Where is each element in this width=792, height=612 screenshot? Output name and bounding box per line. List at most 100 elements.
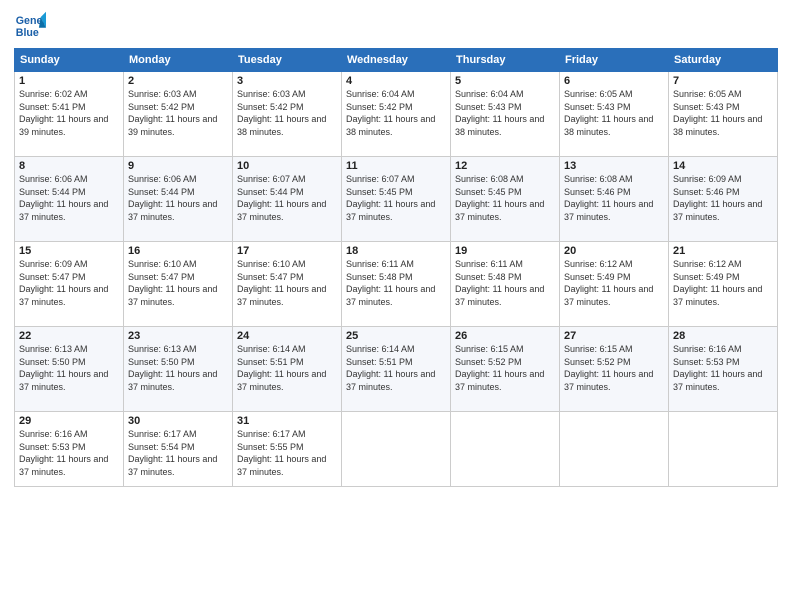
day-info: Sunrise: 6:10 AMSunset: 5:47 PMDaylight:… xyxy=(128,258,228,308)
weekday-header-tuesday: Tuesday xyxy=(233,49,342,72)
calendar-cell: 30Sunrise: 6:17 AMSunset: 5:54 PMDayligh… xyxy=(124,412,233,487)
day-info: Sunrise: 6:09 AMSunset: 5:47 PMDaylight:… xyxy=(19,258,119,308)
logo-icon: General Blue xyxy=(14,10,46,42)
day-number: 31 xyxy=(237,415,337,427)
day-info: Sunrise: 6:17 AMSunset: 5:55 PMDaylight:… xyxy=(237,428,337,478)
day-number: 26 xyxy=(455,330,555,342)
day-number: 24 xyxy=(237,330,337,342)
day-number: 3 xyxy=(237,75,337,87)
day-info: Sunrise: 6:12 AMSunset: 5:49 PMDaylight:… xyxy=(673,258,773,308)
calendar-cell: 28Sunrise: 6:16 AMSunset: 5:53 PMDayligh… xyxy=(669,327,778,412)
calendar-cell: 14Sunrise: 6:09 AMSunset: 5:46 PMDayligh… xyxy=(669,157,778,242)
calendar-cell: 2Sunrise: 6:03 AMSunset: 5:42 PMDaylight… xyxy=(124,72,233,157)
calendar-cell: 1Sunrise: 6:02 AMSunset: 5:41 PMDaylight… xyxy=(15,72,124,157)
calendar-cell: 12Sunrise: 6:08 AMSunset: 5:45 PMDayligh… xyxy=(451,157,560,242)
day-number: 2 xyxy=(128,75,228,87)
calendar-cell: 22Sunrise: 6:13 AMSunset: 5:50 PMDayligh… xyxy=(15,327,124,412)
calendar-cell: 19Sunrise: 6:11 AMSunset: 5:48 PMDayligh… xyxy=(451,242,560,327)
calendar-cell: 5Sunrise: 6:04 AMSunset: 5:43 PMDaylight… xyxy=(451,72,560,157)
day-number: 20 xyxy=(564,245,664,257)
calendar-cell: 3Sunrise: 6:03 AMSunset: 5:42 PMDaylight… xyxy=(233,72,342,157)
day-number: 10 xyxy=(237,160,337,172)
day-number: 29 xyxy=(19,415,119,427)
day-info: Sunrise: 6:03 AMSunset: 5:42 PMDaylight:… xyxy=(128,88,228,138)
weekday-header-thursday: Thursday xyxy=(451,49,560,72)
day-info: Sunrise: 6:05 AMSunset: 5:43 PMDaylight:… xyxy=(564,88,664,138)
calendar-cell: 16Sunrise: 6:10 AMSunset: 5:47 PMDayligh… xyxy=(124,242,233,327)
weekday-header-friday: Friday xyxy=(560,49,669,72)
day-number: 8 xyxy=(19,160,119,172)
day-number: 12 xyxy=(455,160,555,172)
day-number: 13 xyxy=(564,160,664,172)
day-number: 14 xyxy=(673,160,773,172)
day-info: Sunrise: 6:08 AMSunset: 5:45 PMDaylight:… xyxy=(455,173,555,223)
calendar-cell: 15Sunrise: 6:09 AMSunset: 5:47 PMDayligh… xyxy=(15,242,124,327)
weekday-header-sunday: Sunday xyxy=(15,49,124,72)
day-number: 16 xyxy=(128,245,228,257)
day-info: Sunrise: 6:03 AMSunset: 5:42 PMDaylight:… xyxy=(237,88,337,138)
day-info: Sunrise: 6:06 AMSunset: 5:44 PMDaylight:… xyxy=(19,173,119,223)
day-number: 28 xyxy=(673,330,773,342)
calendar-cell: 20Sunrise: 6:12 AMSunset: 5:49 PMDayligh… xyxy=(560,242,669,327)
day-info: Sunrise: 6:13 AMSunset: 5:50 PMDaylight:… xyxy=(19,343,119,393)
day-number: 1 xyxy=(19,75,119,87)
day-number: 17 xyxy=(237,245,337,257)
day-info: Sunrise: 6:02 AMSunset: 5:41 PMDaylight:… xyxy=(19,88,119,138)
day-info: Sunrise: 6:16 AMSunset: 5:53 PMDaylight:… xyxy=(19,428,119,478)
calendar-cell xyxy=(342,412,451,487)
weekday-header-row: SundayMondayTuesdayWednesdayThursdayFrid… xyxy=(15,49,778,72)
calendar-cell: 21Sunrise: 6:12 AMSunset: 5:49 PMDayligh… xyxy=(669,242,778,327)
day-info: Sunrise: 6:16 AMSunset: 5:53 PMDaylight:… xyxy=(673,343,773,393)
calendar-cell: 6Sunrise: 6:05 AMSunset: 5:43 PMDaylight… xyxy=(560,72,669,157)
logo: General Blue xyxy=(14,10,50,42)
day-info: Sunrise: 6:11 AMSunset: 5:48 PMDaylight:… xyxy=(346,258,446,308)
calendar-cell xyxy=(669,412,778,487)
calendar-cell: 27Sunrise: 6:15 AMSunset: 5:52 PMDayligh… xyxy=(560,327,669,412)
weekday-header-saturday: Saturday xyxy=(669,49,778,72)
day-info: Sunrise: 6:07 AMSunset: 5:45 PMDaylight:… xyxy=(346,173,446,223)
calendar-cell: 18Sunrise: 6:11 AMSunset: 5:48 PMDayligh… xyxy=(342,242,451,327)
calendar: SundayMondayTuesdayWednesdayThursdayFrid… xyxy=(14,48,778,487)
calendar-cell: 4Sunrise: 6:04 AMSunset: 5:42 PMDaylight… xyxy=(342,72,451,157)
calendar-cell: 25Sunrise: 6:14 AMSunset: 5:51 PMDayligh… xyxy=(342,327,451,412)
day-info: Sunrise: 6:11 AMSunset: 5:48 PMDaylight:… xyxy=(455,258,555,308)
day-number: 23 xyxy=(128,330,228,342)
day-info: Sunrise: 6:15 AMSunset: 5:52 PMDaylight:… xyxy=(564,343,664,393)
day-info: Sunrise: 6:07 AMSunset: 5:44 PMDaylight:… xyxy=(237,173,337,223)
day-number: 25 xyxy=(346,330,446,342)
day-info: Sunrise: 6:17 AMSunset: 5:54 PMDaylight:… xyxy=(128,428,228,478)
calendar-cell: 31Sunrise: 6:17 AMSunset: 5:55 PMDayligh… xyxy=(233,412,342,487)
week-row-3: 15Sunrise: 6:09 AMSunset: 5:47 PMDayligh… xyxy=(15,242,778,327)
week-row-2: 8Sunrise: 6:06 AMSunset: 5:44 PMDaylight… xyxy=(15,157,778,242)
day-number: 4 xyxy=(346,75,446,87)
day-info: Sunrise: 6:14 AMSunset: 5:51 PMDaylight:… xyxy=(346,343,446,393)
calendar-cell: 13Sunrise: 6:08 AMSunset: 5:46 PMDayligh… xyxy=(560,157,669,242)
calendar-cell: 23Sunrise: 6:13 AMSunset: 5:50 PMDayligh… xyxy=(124,327,233,412)
day-number: 22 xyxy=(19,330,119,342)
calendar-cell: 9Sunrise: 6:06 AMSunset: 5:44 PMDaylight… xyxy=(124,157,233,242)
day-info: Sunrise: 6:09 AMSunset: 5:46 PMDaylight:… xyxy=(673,173,773,223)
day-number: 11 xyxy=(346,160,446,172)
weekday-header-wednesday: Wednesday xyxy=(342,49,451,72)
day-info: Sunrise: 6:04 AMSunset: 5:42 PMDaylight:… xyxy=(346,88,446,138)
day-info: Sunrise: 6:05 AMSunset: 5:43 PMDaylight:… xyxy=(673,88,773,138)
calendar-cell: 26Sunrise: 6:15 AMSunset: 5:52 PMDayligh… xyxy=(451,327,560,412)
day-info: Sunrise: 6:12 AMSunset: 5:49 PMDaylight:… xyxy=(564,258,664,308)
calendar-cell: 11Sunrise: 6:07 AMSunset: 5:45 PMDayligh… xyxy=(342,157,451,242)
week-row-1: 1Sunrise: 6:02 AMSunset: 5:41 PMDaylight… xyxy=(15,72,778,157)
day-info: Sunrise: 6:15 AMSunset: 5:52 PMDaylight:… xyxy=(455,343,555,393)
day-number: 30 xyxy=(128,415,228,427)
day-number: 27 xyxy=(564,330,664,342)
day-number: 15 xyxy=(19,245,119,257)
day-info: Sunrise: 6:06 AMSunset: 5:44 PMDaylight:… xyxy=(128,173,228,223)
day-number: 6 xyxy=(564,75,664,87)
day-number: 7 xyxy=(673,75,773,87)
weekday-header-monday: Monday xyxy=(124,49,233,72)
calendar-cell: 10Sunrise: 6:07 AMSunset: 5:44 PMDayligh… xyxy=(233,157,342,242)
day-info: Sunrise: 6:04 AMSunset: 5:43 PMDaylight:… xyxy=(455,88,555,138)
day-number: 21 xyxy=(673,245,773,257)
calendar-cell: 7Sunrise: 6:05 AMSunset: 5:43 PMDaylight… xyxy=(669,72,778,157)
page: General Blue SundayMondayTuesdayWednesda… xyxy=(0,0,792,612)
calendar-cell xyxy=(451,412,560,487)
day-number: 9 xyxy=(128,160,228,172)
